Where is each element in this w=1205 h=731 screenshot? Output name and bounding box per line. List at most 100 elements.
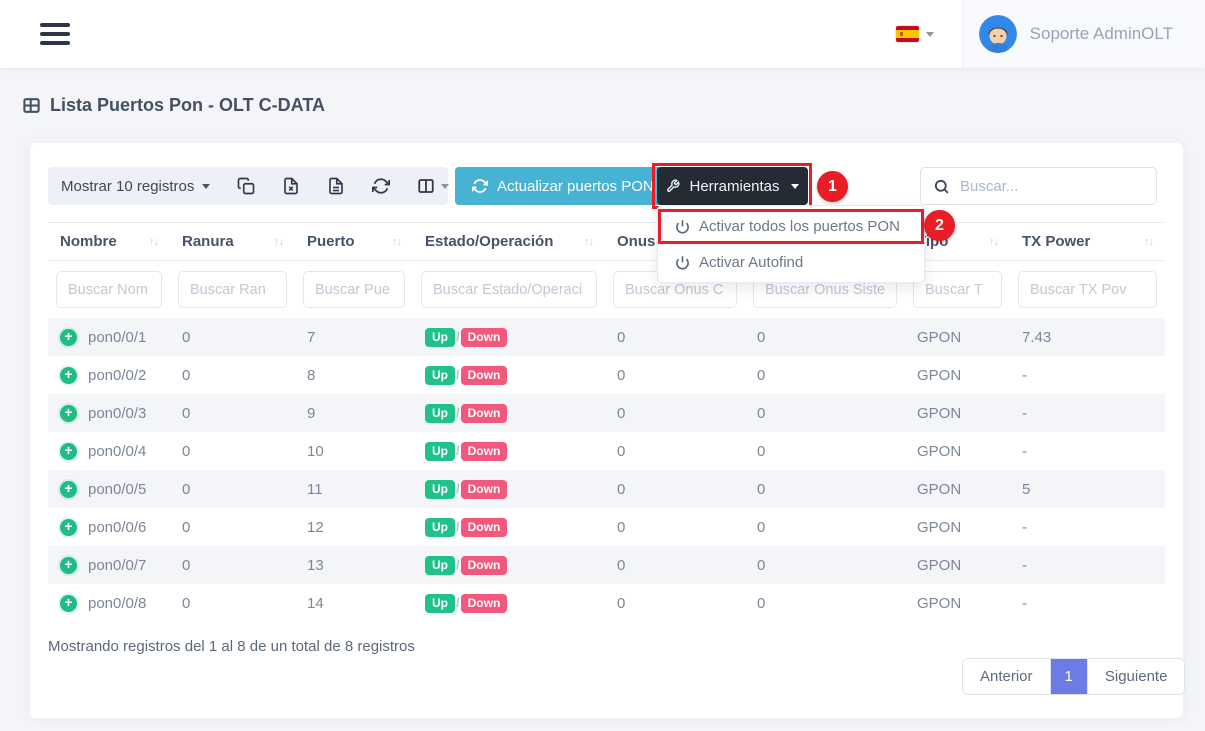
expand-row-button[interactable]: + [60,367,77,384]
port-name: pon0/0/1 [88,329,146,346]
column-header-estado-operaci-n[interactable]: ↑↓Estado/Operación [413,223,605,261]
cell-onus-sister: 0 [745,394,905,432]
status-badge-up: Up [425,480,455,499]
menu-toggle-icon[interactable] [40,23,70,45]
column-label: Estado/Operación [425,233,553,250]
cell-ranura: 0 [170,318,295,356]
sort-icon: ↑↓ [989,236,998,248]
cell-onus-sister: 0 [745,584,905,622]
column-header-ranura[interactable]: ↑↓Ranura [170,223,295,261]
reload-table-button[interactable] [372,177,390,195]
chevron-down-icon [926,32,934,37]
spain-flag-icon [896,26,919,42]
table-filter-row [48,261,1165,319]
column-header-puerto[interactable]: ↑↓Puerto [295,223,413,261]
cell-tipo: GPON [905,394,1010,432]
port-name: pon0/0/5 [88,481,146,498]
filter-input-estado-operaci-n[interactable] [421,271,597,308]
search-input[interactable] [960,178,1144,195]
records-info: Mostrando registros del 1 al 8 de un tot… [48,638,415,655]
cell-tipo: GPON [905,432,1010,470]
filter-input-puerto[interactable] [303,271,405,308]
power-icon [675,219,690,234]
export-excel-button[interactable] [282,177,300,195]
column-header-tx-power[interactable]: ↑↓TX Power [1010,223,1165,261]
status-badge-up: Up [425,404,455,423]
filter-input-nombre[interactable] [56,271,162,308]
menu-item-activate-all-pon-ports[interactable]: Activar todos los puertos PON [661,212,921,241]
cell-tipo: GPON [905,470,1010,508]
chevron-down-icon [791,184,799,189]
wrench-icon [666,179,680,193]
filter-input-tipo[interactable] [913,271,1002,308]
status-badge-up: Up [425,594,455,613]
cell-nombre: + pon0/0/3 [48,394,170,432]
cell-estado-operacion: Up/Down [413,546,605,584]
cell-estado-operacion: Up/Down [413,394,605,432]
table-row: +pon0/0/208Up/Down00GPON- [48,356,1165,394]
cell-onus-sister: 0 [745,432,905,470]
cell-onus-c: 0 [605,356,745,394]
pon-ports-table: ↑↓Nombre↑↓Ranura↑↓Puerto↑↓Estado/Operaci… [48,222,1165,622]
cell-onus-sister: 0 [745,546,905,584]
user-menu[interactable]: Soporte AdminOLT [962,0,1205,68]
cell-nombre: + pon0/0/5 [48,470,170,508]
badge-separator: / [456,443,460,458]
screen: Soporte AdminOLT Lista Puertos Pon - OLT… [0,0,1205,731]
cell-tx-power: - [1010,546,1165,584]
expand-row-button[interactable]: + [60,519,77,536]
cell-ranura: 0 [170,546,295,584]
language-dropdown[interactable] [868,26,962,42]
tools-dropdown-wrap: Herramientas 1 Activar todos los puertos… [657,167,808,205]
copy-button[interactable] [237,177,255,195]
pagination-next-button[interactable]: Siguiente [1087,659,1185,694]
cell-tipo: GPON [905,508,1010,546]
expand-row-button[interactable]: + [60,595,77,612]
table-search [920,167,1157,205]
cell-onus-c: 0 [605,584,745,622]
expand-row-button[interactable]: + [60,557,77,574]
port-name: pon0/0/3 [88,405,146,422]
tools-dropdown-button[interactable]: Herramientas [657,167,808,205]
cell-puerto: 14 [295,584,413,622]
filter-input-ranura[interactable] [178,271,287,308]
cell-onus-c: 0 [605,546,745,584]
cell-ranura: 0 [170,470,295,508]
filter-input-tx-power[interactable] [1018,271,1157,308]
cell-onus-sister: 0 [745,318,905,356]
status-badge-up: Up [425,556,455,575]
expand-row-button[interactable]: + [60,481,77,498]
expand-row-button[interactable]: + [60,443,77,460]
cell-tx-power: - [1010,508,1165,546]
cell-nombre: +pon0/0/6 [48,508,170,546]
cell-nombre: +pon0/0/4 [48,432,170,470]
cell-estado-operacion: Up/Down [413,584,605,622]
cell-puerto: 8 [295,356,413,394]
expand-row-button[interactable]: + [60,329,77,346]
cell-nombre: +pon0/0/7 [48,546,170,584]
expand-row-button[interactable]: + [60,405,77,422]
cell-nombre: +pon0/0/8 [48,584,170,622]
status-badge-down: Down [461,480,508,499]
menu-item-activate-autofind[interactable]: Activar Autofind [658,246,924,277]
pagination-prev-button[interactable]: Anterior [963,659,1050,694]
page-length-dropdown[interactable]: Mostrar 10 registros [61,178,210,195]
badge-separator: / [456,405,460,420]
sort-icon: ↑↓ [392,236,401,248]
user-name: Soporte AdminOLT [1030,24,1173,44]
column-visibility-dropdown[interactable] [417,177,449,195]
filter-cell [48,261,170,319]
badge-separator: / [456,329,460,344]
refresh-pon-ports-button[interactable]: Actualizar puertos PON [455,167,671,205]
table-row: +pon0/0/7013Up/Down00GPON- [48,546,1165,584]
cell-tx-power: - [1010,394,1165,432]
column-header-nombre[interactable]: ↑↓Nombre [48,223,170,261]
cell-estado-operacion: Up/Down [413,356,605,394]
cell-puerto: 9 [295,394,413,432]
cell-onus-sister: 0 [745,470,905,508]
export-file-button[interactable] [327,177,345,195]
pagination-page-1-button[interactable]: 1 [1050,659,1087,694]
tools-dropdown-menu: Activar todos los puertos PON Activar Au… [657,205,925,283]
status-badge-up: Up [425,518,455,537]
filter-cell [170,261,295,319]
